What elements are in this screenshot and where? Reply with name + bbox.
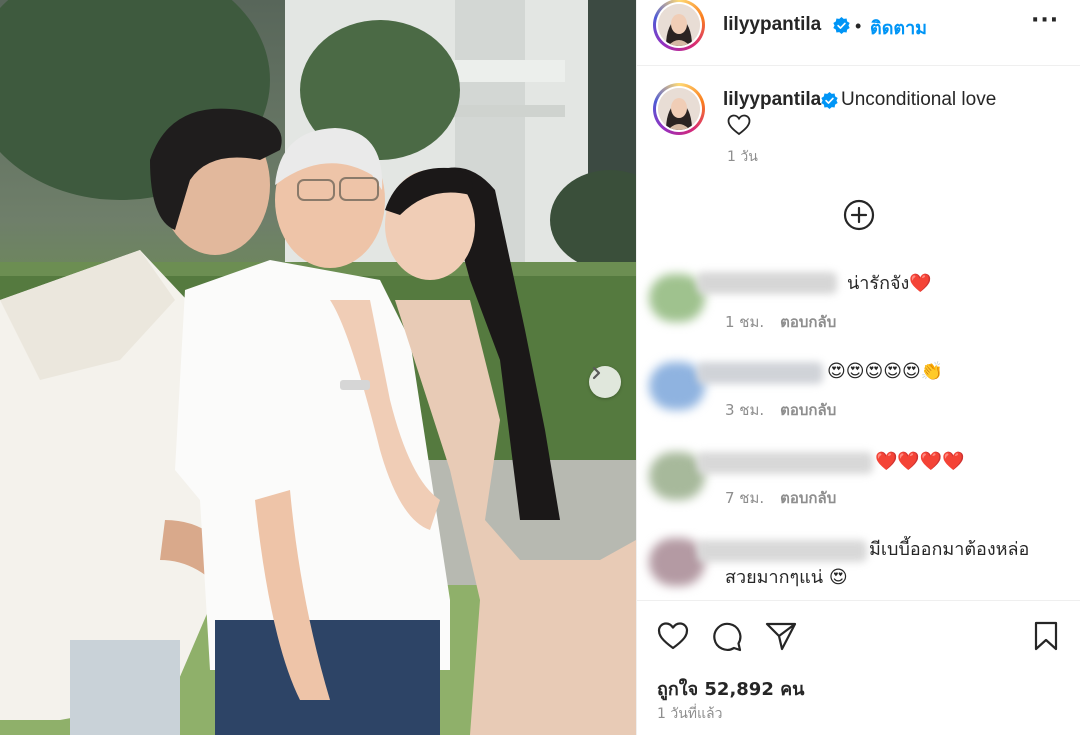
comment-username-blurred[interactable] (697, 452, 873, 474)
likes-count[interactable]: ถูกใจ 52,892 คน (657, 674, 804, 703)
reply-button[interactable]: ตอบกลับ (780, 401, 836, 419)
reply-button[interactable]: ตอบกลับ (780, 489, 836, 507)
comment-item: มีเบบี้ออกมาต้องหล่อ สวยมากๆแน่ 😍 (637, 528, 1080, 600)
post-timestamp: 1 วันที่แล้ว (657, 706, 723, 722)
post-header: lilyypantila • ติดตาม ··· (637, 0, 1080, 66)
comment-time: 7 ชม. (725, 489, 765, 507)
comment-time: 3 ชม. (725, 401, 765, 419)
comment-meta: 3 ชม. ตอบกลับ (725, 398, 836, 422)
caption-avatar[interactable] (653, 83, 705, 135)
caption-username[interactable]: lilyypantila (723, 89, 821, 111)
comment-text-line2: สวยมากๆแน่ 😍 (725, 567, 848, 588)
comment-username-blurred[interactable] (697, 362, 823, 384)
avatar-photo-icon (658, 4, 700, 46)
reply-button[interactable]: ตอบกลับ (780, 313, 836, 331)
comment-text: มีเบบี้ออกมาต้องหล่อ (869, 539, 1030, 560)
heart-outline-icon (727, 114, 751, 136)
post-photo-illustration (0, 0, 636, 735)
comment-text: น่ารักจัง❤️ (847, 273, 932, 294)
header-username[interactable]: lilyypantila (723, 14, 821, 36)
caption-time: 1 วัน (727, 149, 758, 165)
plus-circle-icon[interactable] (843, 199, 875, 231)
comment-emoji: 😍😍😍😍😍👏 (827, 361, 944, 382)
comment-username-blurred[interactable] (697, 540, 867, 562)
author-avatar[interactable] (653, 0, 705, 51)
header-separator: • (855, 16, 862, 36)
bookmark-icon[interactable] (1033, 621, 1059, 651)
chevron-right-icon (592, 366, 601, 380)
send-icon[interactable] (765, 621, 797, 651)
comment-item: 😍😍😍😍😍👏 3 ชม. ตอบกลับ (637, 350, 1080, 430)
comment-item: ❤️❤️❤️❤️ 7 ชม. ตอบกลับ (637, 440, 1080, 520)
verified-badge-icon (833, 17, 850, 34)
comment-username-blurred[interactable] (697, 272, 837, 294)
carousel-next-button[interactable] (589, 366, 621, 398)
comment-item: น่ารักจัง❤️ 1 ชม. ตอบกลับ (637, 258, 1080, 338)
more-options-icon[interactable]: ··· (1031, 8, 1059, 33)
post-photo[interactable] (0, 0, 636, 735)
avatar-photo-icon (658, 88, 700, 130)
comment-time: 1 ชม. (725, 313, 765, 331)
comment-meta: 1 ชม. ตอบกลับ (725, 310, 836, 334)
post-actions: ถูกใจ 52,892 คน 1 วันที่แล้ว (637, 600, 1080, 735)
verified-badge-icon (821, 92, 838, 109)
comment-icon[interactable] (711, 621, 743, 653)
post-side-panel: lilyypantila • ติดตาม ··· lilyypantila U… (636, 0, 1080, 735)
heart-icon[interactable] (657, 621, 689, 651)
follow-button[interactable]: ติดตาม (870, 13, 927, 42)
comment-emoji: ❤️❤️❤️❤️ (875, 451, 965, 472)
caption-text: Unconditional love (841, 89, 997, 110)
comment-meta: 7 ชม. ตอบกลับ (725, 486, 836, 510)
